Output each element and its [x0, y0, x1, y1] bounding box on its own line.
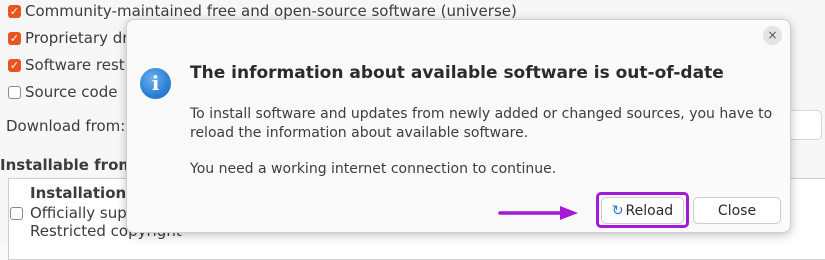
reload-button[interactable]: ↻ Reload [601, 197, 684, 224]
source-restricted-row[interactable]: ✓ Software restr [8, 56, 131, 74]
pointer-arrow-icon [498, 206, 578, 220]
dialog-title: The information about available software… [190, 63, 724, 83]
checkbox-checked-icon[interactable]: ✓ [8, 58, 21, 72]
source-label: Software restr [25, 56, 131, 74]
close-icon[interactable]: × [763, 26, 782, 45]
table-row[interactable]: Officially sup [10, 204, 127, 222]
source-label: Source code [25, 83, 118, 101]
close-button[interactable]: Close [693, 197, 781, 224]
checkbox-unchecked-icon[interactable] [10, 206, 23, 220]
table-cell: Officially sup [30, 204, 127, 222]
source-label: Community-maintained free and open-sourc… [25, 2, 517, 20]
checkbox-checked-icon[interactable]: ✓ [8, 4, 21, 18]
close-button-label: Close [717, 202, 757, 219]
info-icon: i [140, 68, 171, 99]
reload-button-label: Reload [625, 202, 674, 219]
refresh-icon: ↻ [611, 202, 624, 219]
source-proprietary-row[interactable]: ✓ Proprietary dr [8, 29, 128, 47]
dialog-connection-note: You need a working internet connection t… [190, 161, 557, 177]
dialog-message: To install software and updates from new… [190, 106, 773, 141]
source-code-row[interactable]: Source code [8, 83, 117, 101]
source-universe-row[interactable]: ✓ Community-maintained free and open-sou… [8, 2, 517, 20]
download-from-label: Download from: [6, 117, 126, 135]
reload-info-dialog: × i The information about available soft… [126, 19, 791, 233]
checkbox-unchecked-icon[interactable] [8, 85, 21, 99]
checkbox-checked-icon[interactable]: ✓ [8, 31, 21, 45]
source-label: Proprietary dr [25, 29, 129, 47]
